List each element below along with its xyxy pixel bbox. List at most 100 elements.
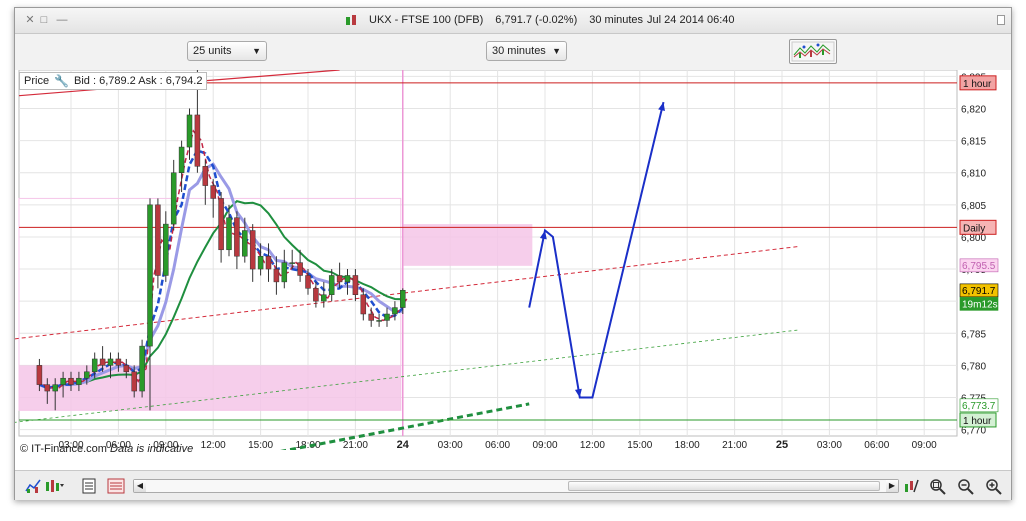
- candlestick-icon: [345, 14, 357, 26]
- level-tag-label: 1 hour: [963, 416, 992, 427]
- candle-body: [139, 345, 145, 392]
- x-tick-label: 21:00: [722, 440, 747, 450]
- candle-body: [281, 262, 288, 283]
- range-box: [402, 224, 533, 266]
- chart-scrollbar[interactable]: ◀ ▶: [133, 479, 899, 493]
- scroll-left-icon[interactable]: ◀: [134, 480, 146, 492]
- title-datetime: Jul 24 2014 06:40: [647, 14, 735, 26]
- candle-body: [313, 288, 319, 302]
- candle-body: [376, 320, 382, 322]
- candle-body: [178, 146, 185, 173]
- x-tick-label: 24: [397, 439, 410, 450]
- candle-body: [68, 377, 74, 385]
- y-tick-label: 6,780: [961, 361, 986, 372]
- maximize-icon[interactable]: □: [37, 13, 51, 27]
- x-tick-label: 03:00: [438, 440, 463, 450]
- indicator-icon[interactable]: [45, 478, 64, 494]
- candle-body: [305, 275, 311, 289]
- candle-body: [60, 377, 66, 385]
- chart-area[interactable]: 6,8256,8206,8156,8106,8056,8006,7956,790…: [7, 69, 1013, 457]
- x-tick-label: 18:00: [295, 440, 320, 450]
- candle-body: [123, 365, 130, 373]
- resize-handle-icon[interactable]: [997, 15, 1005, 25]
- zoom-out-icon[interactable]: [957, 478, 974, 495]
- scroll-thumb[interactable]: [568, 481, 880, 491]
- candle-body: [210, 185, 216, 199]
- price-tag-label: 19m12s: [962, 299, 998, 310]
- window-title: UKX - FTSE 100 (DFB) 6,791.7 (-0.02%) 30…: [345, 14, 735, 26]
- candle-body: [186, 114, 193, 148]
- candle-body: [84, 371, 90, 379]
- candle-body: [202, 166, 209, 186]
- units-select-value: 25 units: [193, 45, 232, 57]
- units-select[interactable]: 25 units ▼: [187, 41, 267, 61]
- candle-body: [107, 358, 114, 366]
- candle-body: [242, 230, 248, 257]
- title-interval: 30 minutes: [589, 14, 644, 26]
- price-tag-label: 6,795.5: [962, 261, 996, 272]
- candle-body: [226, 217, 232, 251]
- x-tick-label: 18:00: [675, 440, 700, 450]
- candle-body: [155, 204, 161, 276]
- level-tag-label: Daily: [963, 223, 985, 234]
- candle-body: [170, 172, 177, 225]
- interval-select[interactable]: 30 minutes ▼: [486, 41, 567, 61]
- x-tick-label: 09:00: [912, 440, 937, 450]
- y-tick-label: 6,810: [961, 169, 986, 180]
- candle-body: [384, 313, 390, 321]
- title-price: 6,791.7 (-0.02%): [495, 14, 578, 26]
- chevron-down-icon: ▼: [252, 46, 261, 56]
- candle-body: [194, 114, 201, 167]
- interval-select-value: 30 minutes: [492, 45, 546, 57]
- zoom-in-icon[interactable]: [985, 478, 1002, 495]
- candle-body: [76, 377, 82, 385]
- pattern-recognition-icon[interactable]: [789, 39, 837, 64]
- candle-body: [249, 230, 256, 270]
- price-tag-label: 6,791.7: [962, 286, 996, 297]
- x-tick-label: 12:00: [201, 440, 226, 450]
- close-icon[interactable]: ✕: [23, 13, 37, 27]
- x-tick-label: 15:00: [248, 440, 273, 450]
- zoom-fit-icon[interactable]: [929, 478, 946, 495]
- candle-body: [400, 289, 406, 308]
- y-tick-label: 6,820: [961, 105, 986, 116]
- level-tag-label: 1 hour: [963, 79, 992, 90]
- title-instrument: UKX - FTSE 100 (DFB): [369, 14, 484, 26]
- x-tick-label: 12:00: [580, 440, 605, 450]
- candle-body: [344, 275, 351, 283]
- bid-ask-label: Bid : 6,789.2 Ask : 6,794.2: [74, 75, 203, 87]
- x-tick-label: 09:00: [532, 440, 557, 450]
- copyright-label: © IT-Finance.com: [20, 443, 107, 455]
- wrench-icon[interactable]: 🔧: [54, 74, 69, 88]
- price-chart[interactable]: 6,8256,8206,8156,8106,8056,8006,7956,790…: [7, 69, 1013, 457]
- minimize-icon[interactable]: —: [55, 13, 69, 27]
- candle-body: [321, 294, 327, 302]
- tools-icon[interactable]: [903, 478, 919, 494]
- x-tick-label: 25: [776, 439, 788, 450]
- compare-icon[interactable]: [107, 478, 125, 494]
- range-box: [19, 365, 401, 411]
- candle-body: [368, 313, 374, 321]
- candle-body: [336, 275, 343, 283]
- chart-type-icon[interactable]: [25, 478, 41, 494]
- scroll-right-icon[interactable]: ▶: [886, 480, 898, 492]
- candle-body: [360, 294, 367, 315]
- toolbar: 25 units ▼ 30 minutes ▼: [15, 34, 1011, 70]
- copyright-notice: © IT-Finance.com Data is indicative: [20, 443, 193, 455]
- y-tick-label: 6,805: [961, 201, 986, 212]
- notepad-icon[interactable]: [81, 478, 97, 494]
- candle-body: [234, 217, 240, 257]
- candle-body: [99, 358, 106, 366]
- chart-window: ✕ □ — UKX - FTSE 100 (DFB) 6,791.7 (-0.0…: [7, 7, 1013, 500]
- candle-body: [273, 268, 280, 283]
- title-bar: ✕ □ — UKX - FTSE 100 (DFB) 6,791.7 (-0.0…: [15, 8, 1011, 34]
- y-tick-label: 6,815: [961, 137, 986, 148]
- candle-body: [115, 358, 122, 366]
- price-label: Price: [24, 75, 50, 87]
- candle-body: [163, 223, 169, 276]
- candle-body: [392, 307, 398, 315]
- x-tick-label: 03:00: [817, 440, 842, 450]
- x-tick-label: 06:00: [485, 440, 510, 450]
- candle-body: [257, 255, 264, 270]
- x-tick-label: 15:00: [627, 440, 652, 450]
